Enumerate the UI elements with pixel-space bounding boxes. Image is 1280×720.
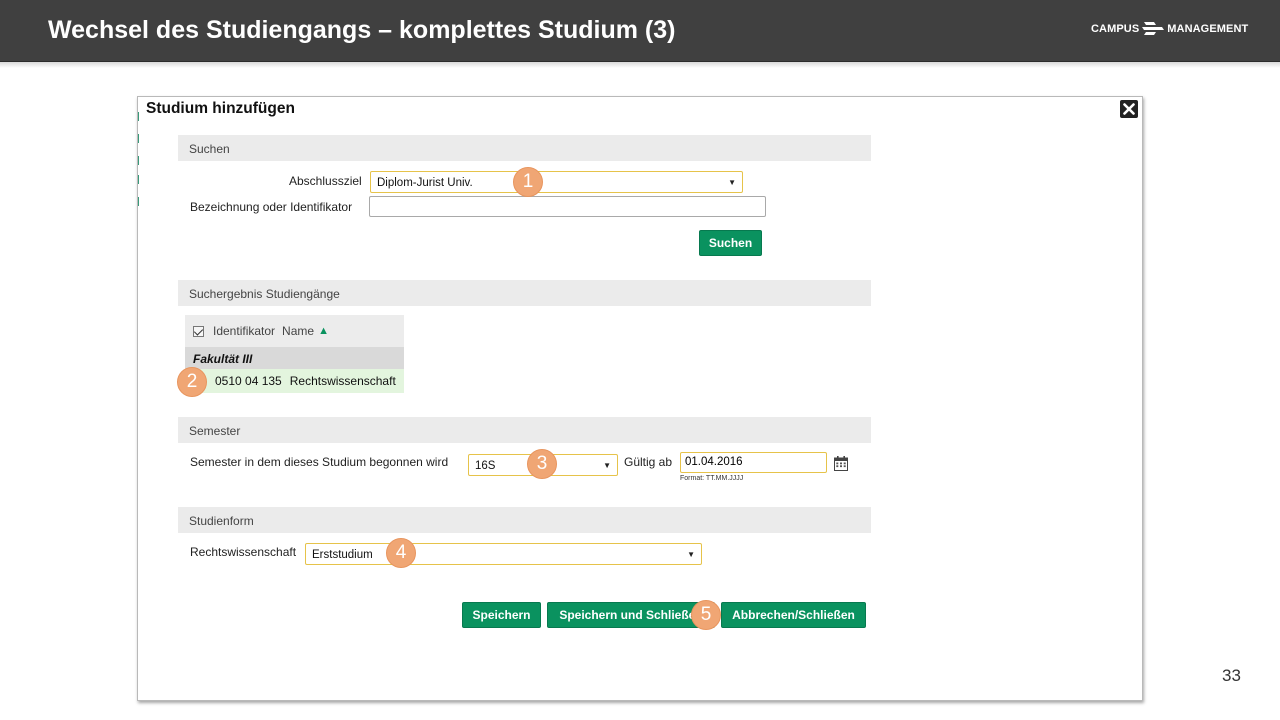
- results-table: Identifikator Name ▲ Fakultät III 0510 0…: [185, 315, 404, 393]
- studienform-select[interactable]: Erststudium ▼: [305, 543, 702, 565]
- select-all-checkbox[interactable]: [193, 325, 204, 337]
- add-study-dialog: Studium hinzufügen Suchen Abschlussziel …: [137, 96, 1143, 701]
- step-marker-3: 3: [527, 449, 557, 479]
- table-header: Identifikator Name ▲: [185, 315, 404, 347]
- section-semester-header: Semester: [178, 417, 871, 443]
- column-name[interactable]: Name: [282, 324, 314, 338]
- group-row-faculty: Fakultät III: [185, 347, 404, 369]
- save-and-close-button[interactable]: Speichern und Schließen: [547, 602, 715, 628]
- step-marker-4: 4: [386, 538, 416, 568]
- row-name: Rechtswissenschaft: [289, 374, 396, 388]
- caret-down-icon: ▼: [728, 178, 736, 187]
- semester-value: 16S: [475, 460, 496, 472]
- calendar-icon[interactable]: [834, 456, 848, 476]
- gueltig-label: Gültig ab: [624, 455, 673, 469]
- header-shadow: [0, 62, 1280, 68]
- campus-management-logo: CAMPUS MANAGEMENT: [1091, 22, 1248, 36]
- studienform-value: Erststudium: [312, 549, 373, 561]
- logo-text-right: MANAGEMENT: [1167, 23, 1249, 35]
- sort-asc-icon[interactable]: ▲: [318, 325, 329, 337]
- table-row[interactable]: 0510 04 135 Rechtswissenschaft: [185, 369, 404, 393]
- step-marker-5: 5: [691, 600, 721, 630]
- section-search-header: Suchen: [178, 135, 871, 161]
- step-marker-1: 1: [513, 167, 543, 197]
- gueltig-date-input[interactable]: 01.04.2016: [680, 452, 827, 473]
- dialog-title: Studium hinzufügen: [146, 100, 295, 117]
- abschluss-label: Abschlussziel: [289, 174, 362, 188]
- cancel-close-button[interactable]: Abbrechen/Schließen: [721, 602, 866, 628]
- logo-text-left: CAMPUS: [1091, 23, 1140, 35]
- close-icon[interactable]: [1120, 100, 1138, 118]
- column-identifikator[interactable]: Identifikator: [213, 324, 275, 338]
- studienform-label: Rechtswissenschaft: [190, 545, 297, 559]
- bezeichnung-input[interactable]: [369, 196, 766, 217]
- section-results-header: Suchergebnis Studiengänge: [178, 280, 871, 306]
- caret-down-icon: ▼: [687, 550, 695, 559]
- page-number: 33: [1222, 666, 1241, 685]
- logo-mark-icon: [1142, 22, 1165, 35]
- section-studienform-header: Studienform: [178, 507, 871, 533]
- row-identifikator: 0510 04 135: [215, 374, 282, 388]
- save-button[interactable]: Speichern: [462, 602, 541, 628]
- abschluss-select[interactable]: Diplom-Jurist Univ. ▼: [370, 171, 743, 193]
- bezeichnung-label: Bezeichnung oder Identifikator: [190, 200, 353, 214]
- abschluss-value: Diplom-Jurist Univ.: [377, 177, 473, 189]
- caret-down-icon: ▼: [603, 461, 611, 470]
- slide-title: Wechsel des Studiengangs – komplettes St…: [48, 16, 676, 44]
- slide-header: Wechsel des Studiengangs – komplettes St…: [0, 0, 1280, 62]
- step-marker-2: 2: [177, 367, 207, 397]
- date-format-hint: Format: TT.MM.JJJJ: [680, 475, 744, 482]
- search-button[interactable]: Suchen: [699, 230, 762, 256]
- semester-label: Semester in dem dieses Studium begonnen …: [190, 455, 449, 469]
